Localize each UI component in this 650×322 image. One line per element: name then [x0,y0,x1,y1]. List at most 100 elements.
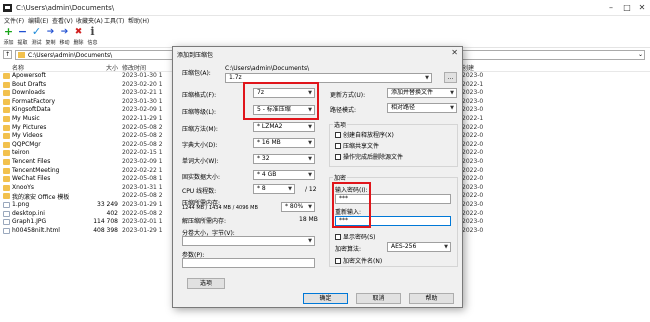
options-button[interactable]: 选项 [187,278,225,289]
chevron-down-icon: ▼ [425,75,429,81]
file-name: Apowersoft [12,72,46,79]
enc-method-label: 加密算法: [335,246,362,253]
enc-method-combo[interactable]: AES-256 ▼ [387,242,451,252]
chevron-down-icon: ▼ [308,238,312,244]
file-size: 408 398 [93,226,118,234]
file-name: XnooYs [12,183,35,191]
file-row[interactable]: 1.png 33 249 2023-01-29 1 [0,201,180,210]
add-button[interactable]: + 添加 [2,26,15,47]
archive-label: 压缩包(A): [182,70,211,77]
threads-label: CPU 线程数: [182,188,217,195]
file-row[interactable]: Bout Drafts 2023-02-20 1 [0,81,180,90]
file-row[interactable]: Apowersoft 2023-01-30 1 [0,72,180,81]
app-icon [3,4,12,12]
file-name: 1.png [12,201,30,208]
dialog-close-icon[interactable]: ✕ [451,48,458,57]
file-row[interactable]: KingsoftData 2023-02-09 1 [0,106,180,115]
file-date: 2023-02-09 1 [122,106,163,114]
folder-icon [18,52,25,58]
browse-button[interactable]: ... [444,72,457,83]
col-modified[interactable]: 修改时间 [122,63,146,72]
info-icon: i [90,25,95,38]
file-name: h00458nilt.html [12,226,60,234]
menu-view[interactable]: 查看(V) [52,16,73,25]
chevron-down-icon: ▼ [444,244,448,250]
file-row[interactable]: XnooYs 2023-01-31 1 [0,184,180,193]
file-date: 2022-05-08 1 [122,175,163,183]
folder-icon [3,150,10,157]
file-row[interactable]: WeChat Files 2022-05-08 1 [0,175,180,184]
maximize-button[interactable]: □ [620,2,634,14]
ok-button[interactable]: 确定 [303,293,348,304]
solid-combo[interactable]: * 4 GB ▼ [253,170,315,180]
shared-checkbox[interactable]: 压缩共享文件 [335,141,379,150]
chevron-down-icon[interactable]: ⌄ [638,51,643,58]
delete-after-checkbox[interactable]: 操作完成后删除源文件 [335,152,403,161]
menu-favorites[interactable]: 收藏夹(A) [76,16,103,25]
delete-after-label: 操作完成后删除源文件 [343,154,404,161]
menu-file[interactable]: 文件(F) [4,16,24,25]
file-row[interactable]: My Videos 2022-05-08 2 [0,132,180,141]
path-combo[interactable]: 相对路径 ▼ [387,103,457,113]
encrypt-names-checkbox[interactable]: 加密文件名(N) [335,256,382,265]
sfx-checkbox[interactable]: 创建自释放程序(X) [335,130,394,139]
file-row[interactable]: Downloads 2023-02-21 1 [0,89,180,98]
memory-value: 1244 MB / 1434 MB / 4096 MB [182,205,258,211]
move-button[interactable]: ➔ 移动 [58,26,71,46]
file-row[interactable]: QQPCMgr 2022-05-08 2 [0,141,180,150]
file-row[interactable]: TencentMeeting 2022-02-22 1 [0,167,180,176]
delete-button[interactable]: ✖ 删除 [72,26,85,46]
help-button[interactable]: 帮助 [409,293,454,304]
folder-icon [3,124,10,131]
folder-icon [3,116,10,122]
show-password-checkbox[interactable]: 显示密码(S) [335,232,376,241]
cancel-button[interactable]: 取消 [356,293,401,304]
menu-tools[interactable]: 工具(T) [104,16,124,25]
word-combo[interactable]: * 32 ▼ [253,154,315,164]
file-row[interactable]: My Pictures 2022-05-08 2 [0,124,180,133]
col-size[interactable]: 大小 [106,63,118,72]
menu-help[interactable]: 帮助(H) [128,16,149,25]
created-cell: 2023-0 [462,157,484,165]
method-combo[interactable]: * LZMA2 ▼ [253,122,315,132]
update-combo[interactable]: 添加并替换文件 ▼ [387,88,457,98]
test-button[interactable]: ✓ 测试 [30,26,43,47]
params-input[interactable] [182,258,315,268]
extract-button[interactable]: − 提取 [16,26,29,47]
copy-button[interactable]: ➔ 复制 [44,26,57,46]
file-date: 2023-01-30 1 [122,72,163,79]
col-created[interactable]: 创建 [462,63,474,72]
up-folder-button[interactable]: ↑ [3,50,12,59]
file-size: 114 708 [93,218,118,226]
created-column: 2023-0 2022-1 2023-0 2023-0 2023-0 2022-1 2022… [462,72,492,235]
file-date: 2022-05-08 2 [122,132,163,140]
minimize-button[interactable]: – [604,2,618,14]
col-name[interactable]: 名称 [12,63,24,72]
file-icon [3,202,10,208]
created-cell: 2023-0 [462,72,484,79]
file-date: 2022-02-15 1 [122,149,163,157]
close-button[interactable]: ✕ [635,2,649,14]
file-row[interactable]: Graph1.JPG 114 708 2023-02-01 1 [0,218,180,227]
file-row[interactable]: FormatFactory 2023-01-30 1 [0,98,180,107]
highlight-format-level [243,82,319,120]
menu-edit[interactable]: 编辑(E) [28,16,48,25]
file-icon [3,210,10,217]
file-date: 2023-01-29 1 [122,201,163,208]
copy-label: 复制 [45,40,56,46]
split-combo[interactable]: ▼ [182,236,315,246]
threads-combo[interactable]: * 8 ▼ [253,184,295,194]
update-value: 添加并替换文件 [391,89,434,96]
file-row[interactable]: teiron 2022-02-15 1 [0,149,180,158]
file-row[interactable]: My Music 2022-11-29 1 [0,115,180,124]
file-row[interactable]: 我的滚安 Office 模板 2022-05-08 2 [0,192,180,201]
file-row[interactable]: h00458nilt.html 408 398 2023-01-29 1 [0,227,180,236]
memory-percent-combo[interactable]: * 80% ▼ [281,202,315,212]
file-row[interactable]: Tencent Files 2023-02-09 1 [0,158,180,167]
info-button[interactable]: i 信息 [86,25,99,47]
file-row[interactable]: desktop.ini 402 2022-05-08 2 [0,210,180,219]
folder-icon [3,193,10,200]
update-label: 更新方式(U): [330,92,366,99]
dict-combo[interactable]: * 16 MB ▼ [253,138,315,148]
checkbox-box [335,234,341,240]
